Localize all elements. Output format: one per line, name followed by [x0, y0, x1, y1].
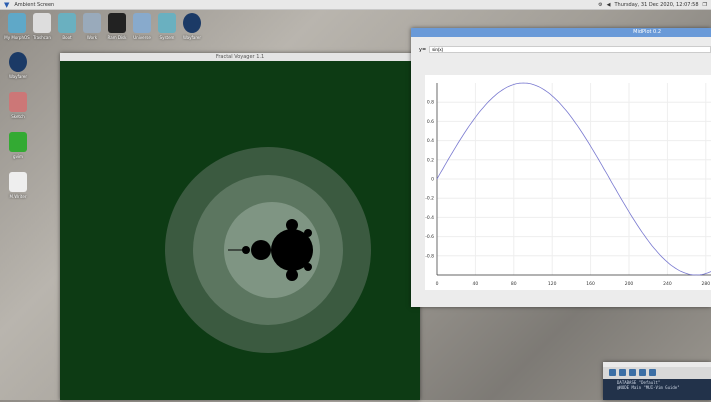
desktop-icon[interactable]: Wayfarer	[177, 13, 207, 40]
desktop-icon[interactable]: gvim	[3, 132, 33, 159]
volume-icon[interactable]: ◀	[607, 2, 611, 8]
plot-panel: 0 40 80 120 160 200 240 280 0.8 0.6 0.4 0.2 0 -0.2 -0.…	[425, 75, 711, 290]
y-tick-label: 0.2	[427, 157, 434, 163]
settings-icon[interactable]: ⚙	[598, 2, 602, 8]
tool-icon[interactable]	[629, 369, 636, 376]
x-tick-label: 40	[473, 281, 479, 287]
x-tick-label: 80	[511, 281, 517, 287]
icon-label: Trashcan	[33, 35, 51, 40]
screen-depth-icon[interactable]: ❐	[703, 2, 707, 8]
y-tick-label: -0.6	[425, 234, 434, 240]
drive-icon	[158, 13, 176, 33]
icon-label: Wayfarer	[8, 74, 28, 79]
x-tick-label: 240	[663, 281, 672, 287]
y-tick-label: -0.2	[425, 196, 434, 202]
drive-icon	[183, 13, 201, 33]
app-icon	[9, 132, 27, 152]
tool-icon[interactable]	[619, 369, 626, 376]
x-tick-label: 120	[548, 281, 557, 287]
icon-label: My MorphOS	[4, 35, 30, 40]
fractal-voyager-window[interactable]: Fractal Voyager 1.1	[60, 53, 420, 400]
drive-icon	[133, 13, 151, 33]
morphos-logo-icon[interactable]: ▼	[4, 1, 9, 9]
midplot-window[interactable]: MidPlot 0.2 y= 0 40 80 120 160 200 240 280 0.8 0.…	[411, 28, 711, 307]
x-tick-label: 280	[702, 281, 711, 287]
x-tick-label: 0	[436, 281, 439, 287]
y-tick-label: -0.8	[425, 253, 434, 259]
window-title[interactable]: MidPlot 0.2	[411, 28, 711, 37]
desktop-icon[interactable]: Sketch	[3, 92, 33, 119]
y-tick-label: 0	[431, 177, 434, 183]
icon-label: Boot	[62, 35, 72, 40]
icon-label: Universe	[133, 35, 151, 40]
app-icon	[9, 172, 27, 192]
drive-icon	[33, 13, 51, 33]
x-tick-label: 160	[586, 281, 595, 287]
y-tick-label: -0.4	[425, 215, 434, 221]
tool-icon[interactable]	[639, 369, 646, 376]
y-tick-label: 0.6	[427, 119, 434, 125]
toolbar	[603, 367, 711, 379]
app-icon	[9, 52, 27, 72]
screen-title: Ambient Screen	[14, 1, 55, 8]
editor-window[interactable]: DATABASE "Default" @NODE Main "MUI-Vim Gu…	[603, 362, 711, 400]
icon-label: Wayfarer	[182, 35, 202, 40]
icon-label: System	[159, 35, 175, 40]
window-title[interactable]: Fractal Voyager 1.1	[60, 53, 420, 61]
fractal-canvas[interactable]	[60, 61, 420, 400]
drive-icon	[58, 13, 76, 33]
function-input[interactable]	[429, 46, 711, 53]
function-label: y=	[419, 46, 427, 53]
app-icon	[9, 92, 27, 112]
desktop-icon[interactable]: M.Writer	[3, 172, 33, 199]
y-tick-label: 0.8	[427, 100, 434, 106]
icon-label: M.Writer	[9, 194, 27, 199]
icon-label: Sketch	[11, 114, 25, 119]
clock: Thursday, 31 Dec 2020, 12:07:58	[614, 1, 699, 8]
icon-label: gvim	[13, 154, 23, 159]
drive-icon	[8, 13, 26, 33]
desktop-icon[interactable]: Wayfarer	[3, 52, 33, 79]
tool-icon[interactable]	[609, 369, 616, 376]
x-tick-label: 200	[625, 281, 634, 287]
icon-label: Ram Disk	[107, 35, 127, 40]
top-bar: ▼ Ambient Screen ⚙ ◀ Thursday, 31 Dec 20…	[0, 0, 711, 10]
icon-label: Work	[86, 35, 98, 40]
y-tick-label: 0.4	[427, 138, 434, 144]
code-line: @NODE Main "MUI-Vim Guide"	[617, 385, 680, 390]
drive-icon	[108, 13, 126, 33]
tool-icon[interactable]	[649, 369, 656, 376]
sine-chart: 0 40 80 120 160 200 240 280 0.8 0.6 0.4 0.2 0 -0.2 -0.…	[425, 82, 711, 287]
drive-icon	[83, 13, 101, 33]
